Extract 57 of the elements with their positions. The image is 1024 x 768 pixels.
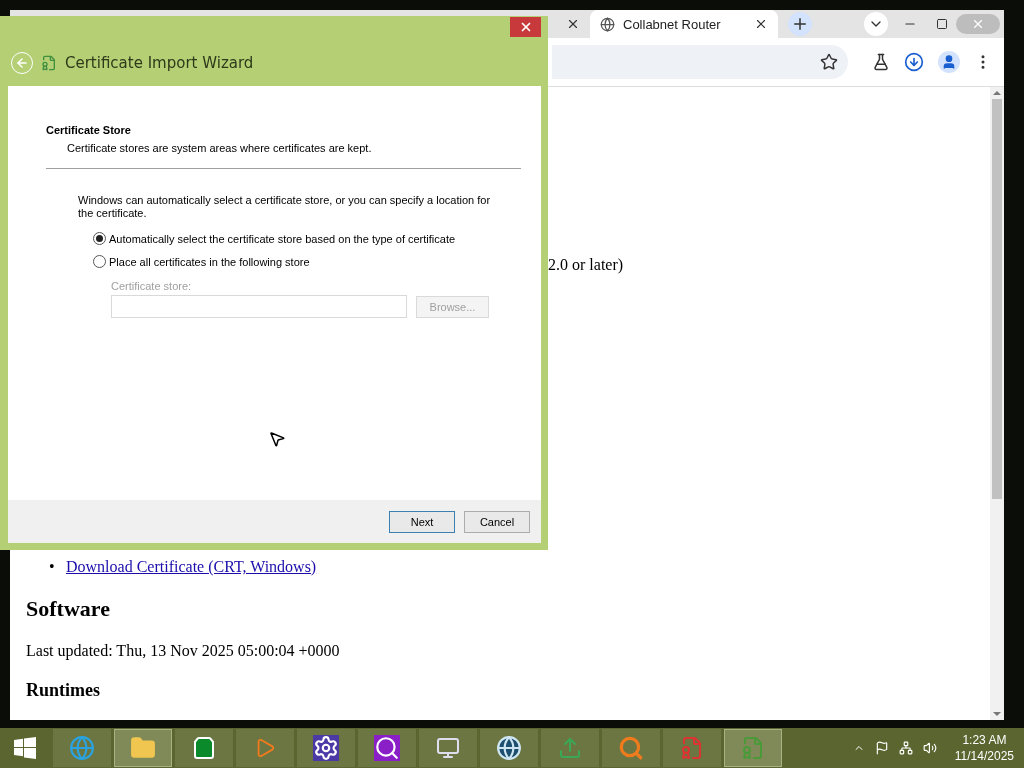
page-text: 2.0 or later) xyxy=(548,256,624,274)
close-button[interactable] xyxy=(510,17,541,37)
certificate-error-icon xyxy=(680,736,704,760)
upload-icon xyxy=(558,736,582,760)
last-updated-text: Last updated: Thu, 13 Nov 2025 05:00:04 +0000 xyxy=(26,642,340,660)
clock[interactable]: 1:23 AM 11/14/2025 xyxy=(954,732,1014,764)
taskbar-app-button[interactable] xyxy=(419,729,477,767)
magnifier-icon xyxy=(618,735,644,761)
section-heading: Software xyxy=(26,596,110,622)
profile-avatar[interactable] xyxy=(938,51,960,73)
subsection-heading: Runtimes xyxy=(26,680,100,701)
section-title: Certificate Store xyxy=(46,124,132,136)
certificate-icon xyxy=(741,736,765,760)
close-tab-icon[interactable] xyxy=(754,17,768,31)
field-label: Certificate store: xyxy=(111,280,193,292)
intro-text: Windows can automatically select a certificate store, or you can specify a location for the certificate. xyxy=(78,194,491,220)
network-icon[interactable] xyxy=(898,741,913,755)
mouse-cursor-icon xyxy=(268,430,286,448)
download-icon[interactable] xyxy=(904,52,924,72)
windows-logo-icon xyxy=(13,736,37,760)
close-tab-icon[interactable] xyxy=(566,17,580,31)
taskbar-app-button[interactable] xyxy=(175,729,233,767)
option-label: Automatically select the certificate store based on the type of certificate xyxy=(109,232,456,245)
radio-button[interactable] xyxy=(93,255,106,268)
window-title: Certificate Import Wizard xyxy=(65,54,254,72)
option-label: Place all certificates in the following store xyxy=(109,255,310,268)
section-description: Certificate stores are system areas where certificates are kept. xyxy=(67,142,373,154)
settings-icon xyxy=(313,735,339,761)
speaker-icon[interactable] xyxy=(922,741,937,755)
certificate-icon xyxy=(41,55,57,71)
monitor-icon xyxy=(436,736,460,760)
globe-icon xyxy=(600,16,615,32)
ie-icon xyxy=(69,735,95,761)
taskbar-app-button[interactable] xyxy=(358,729,416,767)
flask-icon[interactable] xyxy=(872,53,890,71)
close-icon xyxy=(971,17,985,31)
folder-icon xyxy=(130,735,156,761)
download-link[interactable]: Download Certificate (CRT, Windows) xyxy=(66,558,317,575)
person-icon xyxy=(941,54,957,70)
new-tab-button[interactable] xyxy=(788,12,812,36)
flag-icon[interactable] xyxy=(874,741,889,755)
browser-tab[interactable]: Collabnet Router xyxy=(590,10,778,38)
tab-search-button[interactable] xyxy=(864,12,888,36)
dialog-button[interactable]: Next xyxy=(389,510,455,533)
scrollbar[interactable] xyxy=(990,87,1004,720)
radio-button[interactable] xyxy=(93,232,106,245)
search-icon xyxy=(374,735,400,761)
maximize-icon xyxy=(936,18,948,30)
dialog-button[interactable]: Cancel xyxy=(464,510,530,533)
tab-title: Collabnet Router xyxy=(623,16,722,32)
taskbar-app-button[interactable] xyxy=(297,729,355,767)
globe-icon xyxy=(496,735,522,761)
plus-icon xyxy=(791,15,809,33)
taskbar-app-button[interactable] xyxy=(480,729,538,767)
bookmark-star-icon[interactable] xyxy=(820,53,838,71)
store-icon xyxy=(192,736,216,760)
bullet: • xyxy=(49,558,56,576)
